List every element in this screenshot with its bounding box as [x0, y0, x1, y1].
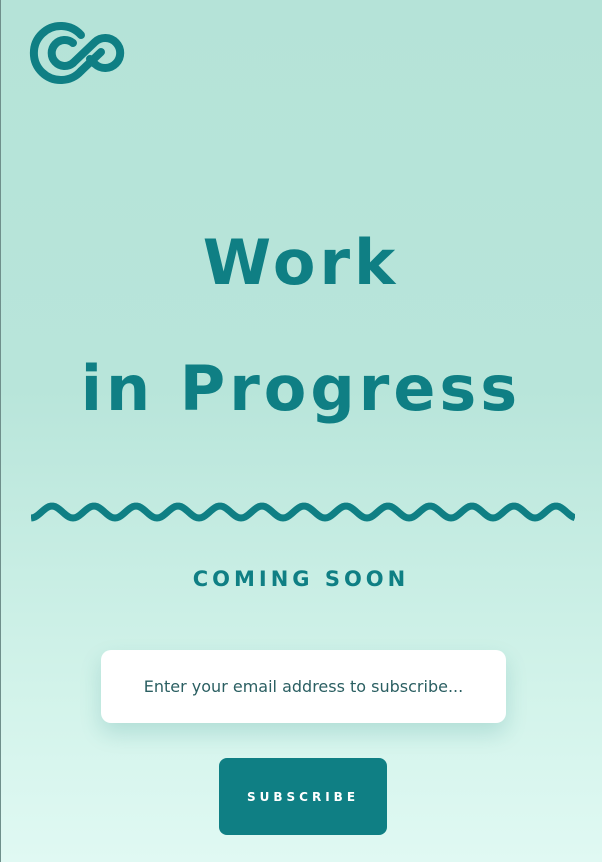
brand-logo-icon [29, 20, 143, 86]
wave-divider-icon [30, 497, 577, 527]
email-input[interactable] [121, 676, 486, 697]
hero-title-line-1: Work [202, 226, 400, 299]
subscribe-button[interactable]: SUBSCRIBE [219, 758, 387, 835]
hero-title-line-2: in Progress [80, 352, 522, 425]
coming-soon-label: COMING SOON [192, 567, 410, 591]
email-field-container[interactable] [101, 650, 506, 723]
page-left-border [0, 0, 1, 862]
